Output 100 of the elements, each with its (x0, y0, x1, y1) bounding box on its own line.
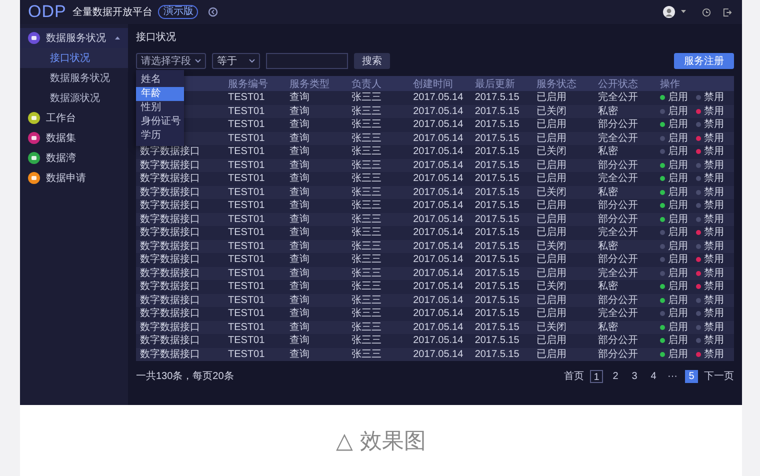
table-cell: 查询 (286, 145, 348, 158)
page-button[interactable]: 5 (685, 370, 698, 382)
disable-action[interactable]: 禁用 (696, 226, 724, 240)
disable-action[interactable]: 禁用 (696, 212, 724, 226)
search-field[interactable] (266, 53, 348, 69)
enable-action[interactable]: 启用 (660, 266, 688, 280)
submenu-item[interactable]: 数据源状况 (20, 88, 128, 108)
enable-action[interactable]: 启用 (660, 199, 688, 212)
disable-action[interactable]: 禁用 (696, 240, 724, 253)
enable-action[interactable]: 启用 (660, 132, 688, 145)
table-cell: 2017.05.14 (409, 145, 471, 158)
enable-action[interactable]: 启用 (660, 91, 688, 104)
menu-option[interactable]: 年龄 (136, 87, 184, 101)
enable-action[interactable]: 启用 (660, 307, 688, 320)
enable-action[interactable]: 启用 (660, 334, 688, 348)
disable-action[interactable]: 禁用 (696, 253, 724, 266)
disable-action[interactable]: 禁用 (696, 266, 724, 280)
sidebar-item[interactable]: 数据湾 (20, 148, 128, 168)
search-button[interactable]: 搜索 (354, 53, 390, 69)
sidebar-item[interactable]: 工作台 (20, 108, 128, 128)
table-cell: 查询 (286, 266, 348, 280)
collapse-icon[interactable] (208, 7, 218, 17)
enable-action[interactable]: 启用 (660, 145, 688, 158)
table-cell: TEST01 (224, 320, 286, 334)
avatar-icon[interactable] (663, 6, 675, 18)
page-button[interactable]: 4 (647, 370, 660, 382)
disable-action[interactable]: 禁用 (696, 158, 724, 172)
register-button[interactable]: 服务注册 (674, 53, 734, 69)
menu-option[interactable]: 学历 (136, 129, 184, 143)
disable-action[interactable]: 禁用 (696, 320, 724, 334)
enable-action[interactable]: 启用 (660, 253, 688, 266)
column-header: 服务编号 (224, 76, 286, 91)
logo: ODP (28, 2, 66, 22)
page-button[interactable]: 3 (628, 370, 641, 382)
table-cell: 查询 (286, 307, 348, 320)
table-cell: 2017.05.14 (409, 320, 471, 334)
table-cell: 张三三 (347, 280, 410, 294)
enable-action[interactable]: 启用 (660, 294, 688, 307)
page-button[interactable]: 2 (609, 370, 622, 382)
sidebar-item[interactable]: 数据集 (20, 128, 128, 148)
disable-action[interactable]: 禁用 (696, 91, 724, 104)
enable-action[interactable]: 启用 (660, 172, 688, 186)
sidebar-item[interactable]: 数据申请 (20, 168, 128, 188)
disable-action[interactable]: 禁用 (696, 104, 724, 118)
enable-action[interactable]: 启用 (660, 118, 688, 132)
submenu-item[interactable]: 接口状况 (20, 48, 128, 68)
enable-action[interactable]: 启用 (660, 226, 688, 240)
table-cell: 2017.05.14 (409, 118, 471, 132)
table-cell: 查询 (286, 186, 348, 199)
table-cell: 2017.05.14 (409, 104, 471, 118)
field-select[interactable]: 请选择字段 (136, 53, 206, 69)
enable-action[interactable]: 启用 (660, 240, 688, 253)
page-button[interactable]: 1 (590, 370, 603, 382)
disable-action[interactable]: 禁用 (696, 348, 724, 361)
table-cell: 2017.5.15 (470, 212, 533, 226)
disable-action[interactable]: 禁用 (696, 186, 724, 199)
disable-action[interactable]: 禁用 (696, 294, 724, 307)
table-cell: 查询 (286, 334, 348, 348)
clock-icon[interactable] (702, 8, 711, 16)
table-cell: 张三三 (347, 104, 410, 118)
table-cell: 查询 (286, 320, 348, 334)
enable-action[interactable]: 启用 (660, 280, 688, 294)
menu-option[interactable]: 身份证号 (136, 115, 184, 129)
disable-action[interactable]: 禁用 (696, 118, 724, 132)
table-cell: 2017.5.15 (470, 253, 533, 266)
operator-select[interactable]: 等于 (212, 53, 260, 69)
menu-option[interactable]: 姓名 (136, 73, 184, 87)
table-cell: 数字数据接口 (136, 145, 224, 158)
enable-action[interactable]: 启用 (660, 104, 688, 118)
enable-action[interactable]: 启用 (660, 186, 688, 199)
table-cell: 查询 (286, 280, 348, 294)
table-cell: 2017.05.14 (409, 212, 471, 226)
table-cell: 查询 (286, 253, 348, 266)
table-cell: 私密 (594, 280, 656, 294)
disable-action[interactable]: 禁用 (696, 199, 724, 212)
caret-icon[interactable] (681, 10, 686, 14)
logout-icon[interactable] (723, 8, 732, 16)
enable-action[interactable]: 启用 (660, 158, 688, 172)
next-page-link[interactable]: 下一页 (704, 370, 734, 382)
table-cell: 查询 (286, 91, 348, 104)
disable-action[interactable]: 禁用 (696, 334, 724, 348)
disable-action[interactable]: 禁用 (696, 145, 724, 158)
enable-action[interactable]: 启用 (660, 348, 688, 361)
caret-icon[interactable] (115, 36, 120, 40)
sidebar-item[interactable]: 数据服务状况 (20, 28, 128, 48)
menu-option[interactable]: 性别 (136, 101, 184, 115)
table-cell: 私密 (594, 145, 656, 158)
submenu-item[interactable]: 数据服务状况 (20, 68, 128, 88)
table-cell: 2017.5.15 (470, 104, 533, 118)
table-cell: 2017.05.14 (409, 186, 471, 199)
first-page-link[interactable]: 首页 (564, 370, 584, 382)
enable-action[interactable]: 启用 (660, 212, 688, 226)
enable-action[interactable]: 启用 (660, 320, 688, 334)
disable-action[interactable]: 禁用 (696, 280, 724, 294)
disable-action[interactable]: 禁用 (696, 132, 724, 145)
disable-action[interactable]: 禁用 (696, 307, 724, 320)
disable-action[interactable]: 禁用 (696, 172, 724, 186)
table-cell: 张三三 (347, 158, 410, 172)
column-header: 服务状态 (532, 76, 594, 91)
table-cell: 数字数据接口 (136, 294, 224, 307)
